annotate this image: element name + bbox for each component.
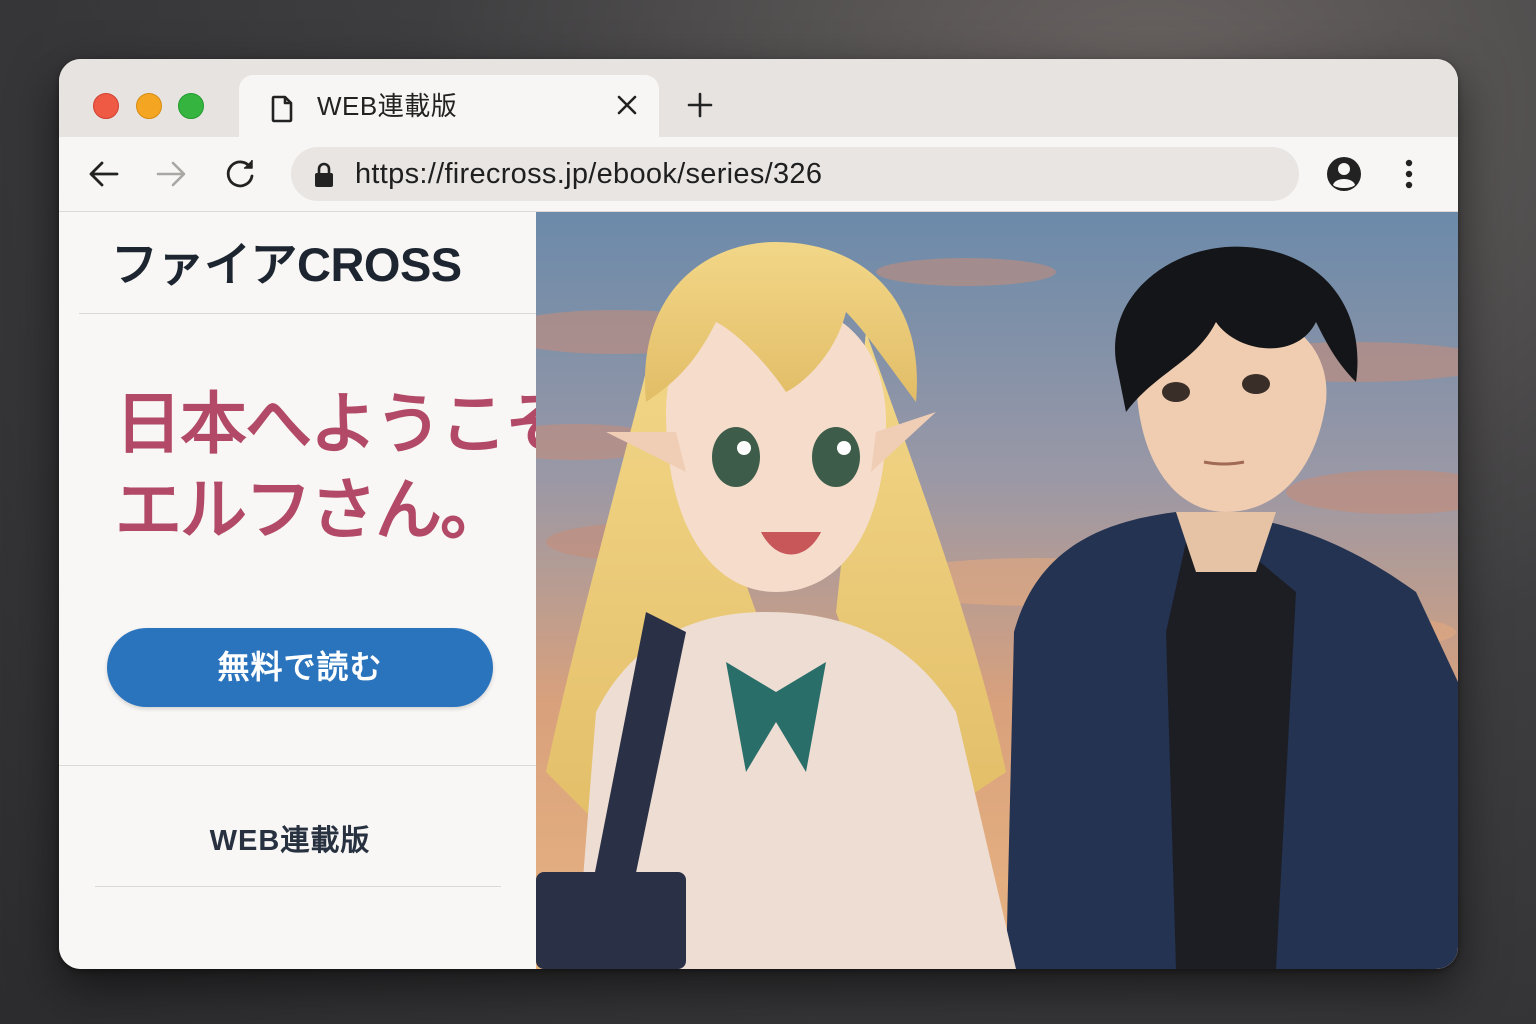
web-serial-link[interactable]: WEB連載版: [59, 817, 521, 859]
divider: [59, 765, 536, 766]
tab-active[interactable]: WEB連載版: [239, 75, 659, 137]
toolbar: https://firecross.jp/ebook/series/326: [59, 137, 1458, 212]
read-free-button[interactable]: 無料で読む: [107, 628, 493, 707]
series-title: 日本へようこそ エルフさん。: [115, 382, 572, 554]
browser-window: WEB連載版 https://firecross.jp/ebook/series…: [59, 59, 1458, 969]
maximize-window-button[interactable]: [178, 93, 204, 119]
series-title-line-2: エルフさん。: [115, 473, 507, 548]
divider: [95, 886, 501, 887]
series-title-line-1: 日本へようこそ: [115, 387, 572, 462]
new-tab-button[interactable]: [687, 92, 713, 123]
divider: [79, 313, 536, 314]
hero-illustration: [486, 212, 1458, 969]
url-text: https://firecross.jp/ebook/series/326: [355, 158, 823, 190]
tab-strip: WEB連載版: [59, 59, 1458, 137]
address-bar[interactable]: https://firecross.jp/ebook/series/326: [291, 147, 1299, 201]
document-icon: [271, 95, 293, 128]
more-vert-icon[interactable]: [1403, 157, 1415, 196]
page-content: ファイアCROSS 日本へようこそ エルフさん。 無料で読む WEB連載版: [59, 212, 1458, 969]
site-logo[interactable]: ファイアCROSS: [111, 238, 462, 292]
sidebar: ファイアCROSS 日本へようこそ エルフさん。 無料で読む WEB連載版: [59, 212, 572, 969]
minimize-window-button[interactable]: [136, 93, 162, 119]
profile-icon[interactable]: [1325, 155, 1363, 198]
lock-icon: [313, 162, 335, 193]
reload-icon[interactable]: [223, 157, 257, 196]
forward-arrow-icon[interactable]: [154, 157, 188, 196]
back-arrow-icon[interactable]: [87, 157, 121, 196]
tab-title: WEB連載版: [317, 91, 458, 121]
close-window-button[interactable]: [93, 93, 119, 119]
close-icon[interactable]: [615, 93, 639, 122]
